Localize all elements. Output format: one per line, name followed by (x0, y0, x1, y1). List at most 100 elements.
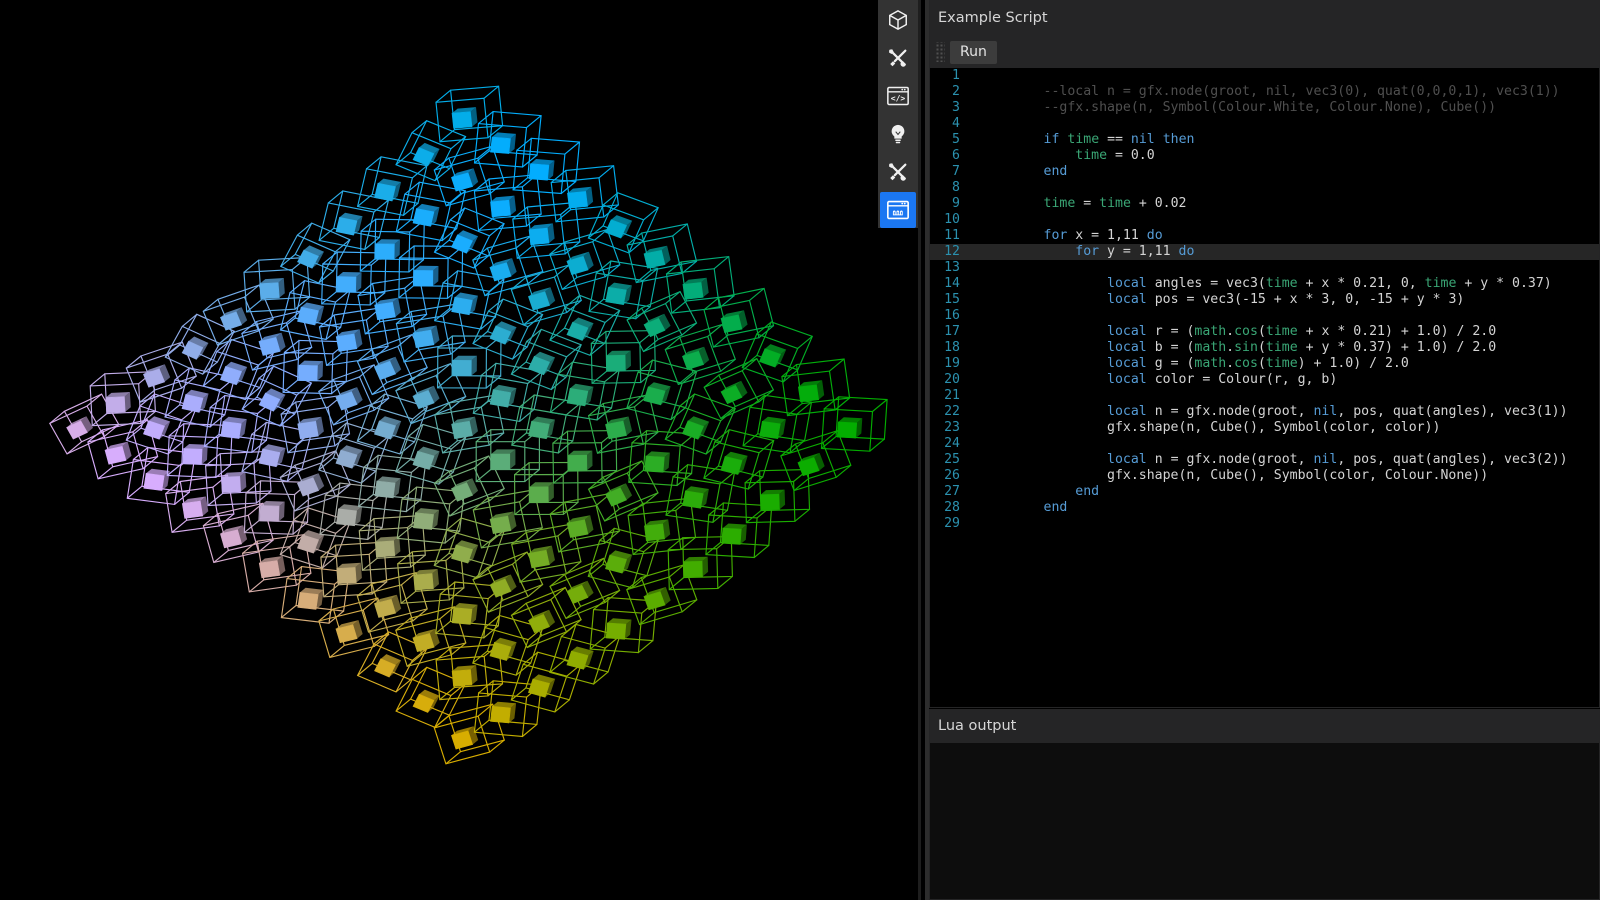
code-line[interactable]: 24 (930, 436, 1599, 452)
cube-solid-inner (761, 490, 786, 510)
code-editor[interactable]: 12 --local n = gfx.node(groot, nil, vec3… (930, 68, 1599, 707)
cube-solid-inner (413, 386, 440, 409)
cube-solid-inner (567, 515, 594, 537)
cube-solid-inner (451, 478, 478, 501)
cube-solid-inner (606, 483, 633, 506)
code-line[interactable]: 4 (930, 116, 1599, 132)
code-line[interactable]: 26 gfx.shape(n, Cube(), Symbol(color, Co… (930, 468, 1599, 484)
code-line[interactable]: 27 end (930, 484, 1599, 500)
code-line[interactable]: 7 end (930, 164, 1599, 180)
code-line[interactable]: 1 (930, 68, 1599, 84)
cube-solid-inner (682, 347, 709, 370)
cube-solid-inner (220, 525, 247, 548)
cube-solid-inner (375, 476, 401, 498)
cube-solid-inner (490, 258, 517, 281)
code-line[interactable]: 6 time = 0.0 (930, 148, 1599, 164)
run-button[interactable]: Run (950, 41, 997, 64)
code-line[interactable]: 3 --gfx.shape(n, Symbol(Colour.White, Co… (930, 100, 1599, 116)
sidebar-item-lua-script[interactable] (880, 192, 916, 228)
cube-solid-inner (453, 356, 477, 376)
code-line[interactable]: 29 (930, 516, 1599, 532)
code-line[interactable]: 17 local r = (math.cos(time + x * 0.21) … (930, 324, 1599, 340)
code-line[interactable]: 28 end (930, 500, 1599, 516)
cube-solid-inner (490, 385, 516, 407)
cube-solid-inner (491, 196, 517, 217)
line-number: 4 (930, 116, 960, 132)
line-number: 1 (930, 68, 960, 84)
code-line[interactable]: 13 (930, 260, 1599, 276)
code-line[interactable]: 22 local n = gfx.node(groot, nil, pos, q… (930, 404, 1599, 420)
3d-viewport[interactable] (0, 0, 918, 900)
cube-solid-inner (413, 204, 440, 226)
cube-solid-inner (759, 344, 786, 367)
line-number: 16 (930, 308, 960, 324)
code-window-icon: </> (887, 86, 909, 106)
cube-solid-inner (529, 610, 556, 633)
code-line[interactable]: 15 local pos = vec3(-15 + x * 3, 0, -15 … (930, 292, 1599, 308)
code-line[interactable]: 25 local n = gfx.node(groot, nil, pos, q… (930, 452, 1599, 468)
sidebar-item-scene-cube[interactable] (880, 2, 916, 38)
code-line[interactable]: 12 for y = 1,11 do (930, 244, 1599, 260)
code-line[interactable]: 14 local angles = vec3(time + x * 0.21, … (930, 276, 1599, 292)
script-toolbar: Run (929, 36, 1600, 68)
cube-solid-inner (452, 417, 478, 439)
code-line[interactable]: 20 local color = Colour(r, g, b) (930, 372, 1599, 388)
svg-text:</>: </> (891, 94, 906, 103)
code-line[interactable]: 16 (930, 308, 1599, 324)
cube-solid-inner (336, 387, 363, 410)
code-text: end (980, 484, 1099, 500)
sidebar-item-code-editor[interactable]: </> (880, 78, 916, 114)
tool-sidebar[interactable]: </> (878, 0, 918, 228)
cube-solid-inner (567, 187, 593, 209)
code-text: local g = (math.cos(time) + 1.0) / 2.0 (980, 356, 1409, 372)
code-line[interactable]: 10 (930, 212, 1599, 228)
cube-solid-inner (67, 416, 93, 439)
app-root: </> (0, 0, 1600, 900)
cube-solid-inner (374, 357, 401, 380)
sidebar-item-tools[interactable] (880, 40, 916, 76)
line-number: 13 (930, 260, 960, 276)
drag-handle-icon[interactable] (935, 42, 945, 62)
tools-icon (887, 161, 909, 183)
cube-solid-inner (336, 329, 362, 351)
cube-solid-inner (260, 501, 285, 522)
line-number: 8 (930, 180, 960, 196)
sidebar-item-lighting[interactable] (880, 116, 916, 152)
code-line[interactable]: 19 local g = (math.cos(time) + 1.0) / 2.… (930, 356, 1599, 372)
code-line[interactable]: 23 gfx.shape(n, Cube(), Symbol(color, co… (930, 420, 1599, 436)
cube-solid-inner (414, 266, 438, 286)
cube-solid-inner (413, 447, 440, 470)
cube-solid-inner (144, 469, 170, 491)
cube-icon (887, 9, 909, 31)
cube-solid-inner (798, 453, 825, 476)
cube-solid-inner (220, 307, 247, 330)
cube-solid-inner (567, 647, 594, 670)
code-line[interactable]: 18 local b = (math.sin(time + y * 0.37) … (930, 340, 1599, 356)
cube-solid-inner (413, 508, 439, 529)
cube-solid-inner (528, 674, 555, 697)
script-window-title: Example Script (929, 0, 1600, 36)
line-number: 21 (930, 388, 960, 404)
code-text: time = time + 0.02 (980, 196, 1186, 212)
lua-output-console[interactable] (930, 743, 1599, 899)
cube-solid-inner (684, 557, 709, 577)
cube-solid-inner (259, 444, 286, 467)
code-line[interactable]: 21 (930, 388, 1599, 404)
cube-solid-inner (299, 361, 324, 381)
line-number: 27 (930, 484, 960, 500)
code-line[interactable]: 8 (930, 180, 1599, 196)
code-line[interactable]: 5 if time == nil then (930, 132, 1599, 148)
code-line[interactable]: 11 for x = 1,11 do (930, 228, 1599, 244)
script-window-icon (887, 200, 909, 220)
cube-solid-inner (606, 417, 633, 439)
code-line[interactable]: 2 --local n = gfx.node(groot, nil, vec3(… (930, 84, 1599, 100)
cube-solid-inner (490, 512, 516, 534)
cube-solid-inner (452, 603, 478, 624)
cube-solid-inner (645, 451, 670, 472)
cube-solid-inner (452, 293, 478, 315)
sidebar-item-settings-tools[interactable] (880, 154, 916, 190)
cube-solid-inner (259, 333, 286, 356)
cube-solid-inner (721, 381, 748, 404)
cube-solid-inner (259, 556, 285, 578)
code-line[interactable]: 9 time = time + 0.02 (930, 196, 1599, 212)
